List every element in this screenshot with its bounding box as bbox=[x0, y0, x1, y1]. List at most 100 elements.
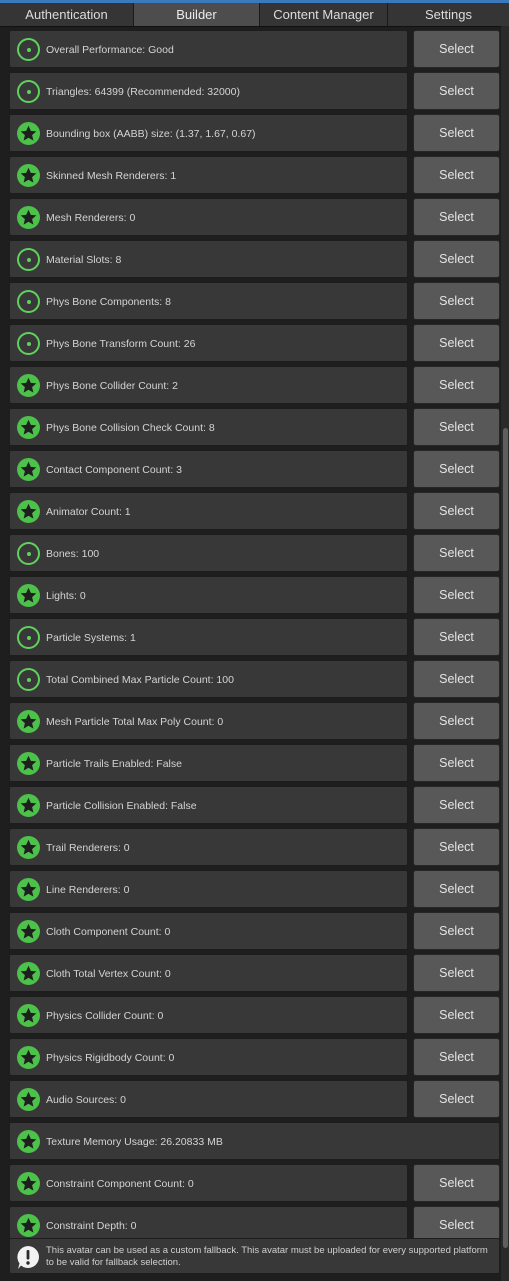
select-button[interactable]: Select bbox=[413, 786, 500, 824]
performance-row-label: Bones: 100 bbox=[46, 548, 100, 560]
performance-row-label: Audio Sources: 0 bbox=[46, 1094, 126, 1106]
performance-row-label: Particle Collision Enabled: False bbox=[46, 800, 197, 812]
excellent-star-icon bbox=[17, 164, 40, 187]
excellent-star-icon bbox=[17, 1214, 40, 1237]
performance-row-panel: Physics Collider Count: 0 bbox=[9, 996, 408, 1034]
performance-row-label: Particle Trails Enabled: False bbox=[46, 758, 182, 770]
tab-settings[interactable]: Settings bbox=[388, 3, 509, 26]
performance-row-label: Triangles: 64399 (Recommended: 32000) bbox=[46, 86, 240, 98]
performance-row-panel: Animator Count: 1 bbox=[9, 492, 408, 530]
performance-row-label: Line Renderers: 0 bbox=[46, 884, 130, 896]
select-button[interactable]: Select bbox=[413, 1164, 500, 1202]
excellent-star-icon bbox=[17, 1172, 40, 1195]
good-ring-icon bbox=[17, 626, 40, 649]
performance-row-label: Bounding box (AABB) size: (1.37, 1.67, 0… bbox=[46, 128, 256, 140]
select-button[interactable]: Select bbox=[413, 240, 500, 278]
performance-row-label: Texture Memory Usage: 26.20833 MB bbox=[46, 1136, 223, 1148]
select-button[interactable]: Select bbox=[413, 492, 500, 530]
performance-row-label: Total Combined Max Particle Count: 100 bbox=[46, 674, 234, 686]
excellent-star-icon bbox=[17, 1004, 40, 1027]
select-button[interactable]: Select bbox=[413, 408, 500, 446]
select-button[interactable]: Select bbox=[413, 996, 500, 1034]
select-button[interactable]: Select bbox=[413, 156, 500, 194]
excellent-star-icon bbox=[17, 458, 40, 481]
select-button[interactable]: Select bbox=[413, 534, 500, 572]
performance-row-panel: Bounding box (AABB) size: (1.37, 1.67, 0… bbox=[9, 114, 408, 152]
select-button[interactable]: Select bbox=[413, 1038, 500, 1076]
good-ring-icon bbox=[17, 668, 40, 691]
performance-row-panel: Audio Sources: 0 bbox=[9, 1080, 408, 1118]
performance-row-panel: Phys Bone Transform Count: 26 bbox=[9, 324, 408, 362]
performance-row-label: Cloth Total Vertex Count: 0 bbox=[46, 968, 171, 980]
select-button[interactable]: Select bbox=[413, 912, 500, 950]
select-button[interactable]: Select bbox=[413, 870, 500, 908]
tab-authentication[interactable]: Authentication bbox=[0, 3, 134, 26]
performance-row-panel: Texture Memory Usage: 26.20833 MB bbox=[9, 1122, 500, 1160]
performance-row-panel: Phys Bone Collision Check Count: 8 bbox=[9, 408, 408, 446]
scrollbar-thumb[interactable] bbox=[503, 428, 508, 1248]
select-button[interactable]: Select bbox=[413, 828, 500, 866]
select-button[interactable]: Select bbox=[413, 1080, 500, 1118]
performance-row-panel: Constraint Component Count: 0 bbox=[9, 1164, 408, 1202]
select-button[interactable]: Select bbox=[413, 660, 500, 698]
performance-row-panel: Trail Renderers: 0 bbox=[9, 828, 408, 866]
select-button[interactable]: Select bbox=[413, 198, 500, 236]
excellent-star-icon bbox=[17, 1046, 40, 1069]
select-button[interactable]: Select bbox=[413, 324, 500, 362]
select-button[interactable]: Select bbox=[413, 72, 500, 110]
performance-row-label: Phys Bone Collision Check Count: 8 bbox=[46, 422, 215, 434]
performance-row-label: Constraint Component Count: 0 bbox=[46, 1178, 194, 1190]
performance-row-panel: Particle Systems: 1 bbox=[9, 618, 408, 656]
performance-row-panel: Cloth Total Vertex Count: 0 bbox=[9, 954, 408, 992]
excellent-star-icon bbox=[17, 374, 40, 397]
good-ring-icon bbox=[17, 80, 40, 103]
fallback-info-text: This avatar can be used as a custom fall… bbox=[46, 1245, 488, 1268]
excellent-star-icon bbox=[17, 962, 40, 985]
good-ring-icon bbox=[17, 38, 40, 61]
performance-row-panel: Mesh Particle Total Max Poly Count: 0 bbox=[9, 702, 408, 740]
select-button[interactable]: Select bbox=[413, 114, 500, 152]
excellent-star-icon bbox=[17, 1130, 40, 1153]
performance-row-label: Material Slots: 8 bbox=[46, 254, 122, 266]
select-button[interactable]: Select bbox=[413, 618, 500, 656]
select-button[interactable]: Select bbox=[413, 744, 500, 782]
select-button[interactable]: Select bbox=[413, 702, 500, 740]
performance-row-panel: Cloth Component Count: 0 bbox=[9, 912, 408, 950]
good-ring-icon bbox=[17, 248, 40, 271]
select-button[interactable]: Select bbox=[413, 282, 500, 320]
performance-row-panel: Contact Component Count: 3 bbox=[9, 450, 408, 488]
performance-row-label: Phys Bone Collider Count: 2 bbox=[46, 380, 178, 392]
excellent-star-icon bbox=[17, 1088, 40, 1111]
performance-row-label: Physics Collider Count: 0 bbox=[46, 1010, 164, 1022]
excellent-star-icon bbox=[17, 206, 40, 229]
performance-row-label: Lights: 0 bbox=[46, 590, 86, 602]
performance-row-label: Cloth Component Count: 0 bbox=[46, 926, 171, 938]
info-warning-icon bbox=[17, 1246, 39, 1269]
select-button[interactable]: Select bbox=[413, 366, 500, 404]
excellent-star-icon bbox=[17, 500, 40, 523]
select-button[interactable]: Select bbox=[413, 30, 500, 68]
tab-bar: Authentication Builder Content Manager S… bbox=[0, 3, 509, 27]
performance-row-panel: Lights: 0 bbox=[9, 576, 408, 614]
excellent-star-icon bbox=[17, 122, 40, 145]
select-button[interactable]: Select bbox=[413, 576, 500, 614]
performance-row-panel: Triangles: 64399 (Recommended: 32000) bbox=[9, 72, 408, 110]
tab-content-manager[interactable]: Content Manager bbox=[260, 3, 388, 26]
tab-builder[interactable]: Builder bbox=[134, 3, 260, 26]
performance-row-panel: Total Combined Max Particle Count: 100 bbox=[9, 660, 408, 698]
select-button[interactable]: Select bbox=[413, 450, 500, 488]
excellent-star-icon bbox=[17, 836, 40, 859]
good-ring-icon bbox=[17, 542, 40, 565]
excellent-star-icon bbox=[17, 584, 40, 607]
performance-row-panel: Particle Trails Enabled: False bbox=[9, 744, 408, 782]
excellent-star-icon bbox=[17, 878, 40, 901]
select-button[interactable]: Select bbox=[413, 954, 500, 992]
performance-row-panel: Phys Bone Collider Count: 2 bbox=[9, 366, 408, 404]
performance-row-panel: Phys Bone Components: 8 bbox=[9, 282, 408, 320]
excellent-star-icon bbox=[17, 920, 40, 943]
performance-row-label: Phys Bone Transform Count: 26 bbox=[46, 338, 196, 350]
performance-row-label: Physics Rigidbody Count: 0 bbox=[46, 1052, 175, 1064]
good-ring-icon bbox=[17, 290, 40, 313]
performance-row-panel: Bones: 100 bbox=[9, 534, 408, 572]
fallback-info-box: This avatar can be used as a custom fall… bbox=[9, 1238, 500, 1274]
